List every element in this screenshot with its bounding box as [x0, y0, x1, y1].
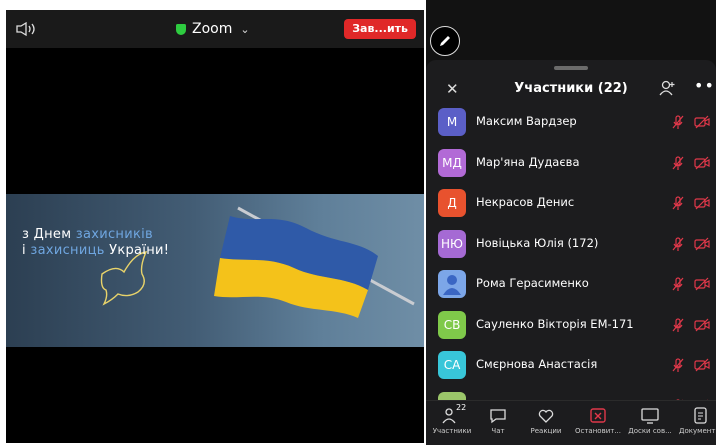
muted-mic-icon	[672, 155, 684, 170]
chat-tab-label: Чат	[491, 427, 505, 435]
avatar: НЮ	[438, 229, 466, 258]
speaker-icon[interactable]	[16, 22, 38, 36]
participant-name: Сауленко Вікторія ЕМ-171	[476, 316, 634, 331]
participants-screen: ✕ Участники (22) ••• M Максим Вардзер МД Ма…	[426, 0, 716, 445]
docs-tab[interactable]: Документы	[674, 401, 716, 445]
pencil-icon	[440, 36, 450, 46]
participants-list: M Максим Вардзер МД Мар'яна Дудаєва Д Некрасо…	[426, 102, 716, 400]
stop-share-tab[interactable]: Остановит...	[572, 401, 624, 445]
whiteboard-icon	[641, 408, 659, 424]
reactions-tab-label: Реакции	[530, 427, 562, 435]
shared-screen-banner: з Днем захисників і захисниць України!	[6, 194, 424, 347]
sheet-header: ✕ Участники (22) •••	[426, 76, 716, 100]
muted-mic-icon	[672, 115, 684, 129]
reactions-tab[interactable]: Реакции	[520, 401, 572, 445]
muted-mic-icon	[672, 196, 684, 210]
avatar: Д	[438, 189, 466, 217]
flag-illustration	[100, 206, 415, 318]
participant-row[interactable]: ТКТетяна Котлярова	[426, 386, 716, 400]
meeting-top-bar: Zoom ⌄ Зав...ить	[6, 10, 424, 48]
add-person-icon[interactable]	[658, 79, 676, 97]
camera-off-icon	[694, 277, 710, 291]
camera-off-icon	[694, 358, 710, 372]
bottom-toolbar: 22 Участники Чат Реакции Остановит... До…	[426, 400, 716, 445]
participants-tab-label: Участники	[432, 427, 472, 435]
participant-row[interactable]: СВ Сауленко Вікторія ЕМ-171	[426, 305, 716, 345]
heart-icon	[538, 409, 554, 423]
participants-tab[interactable]: 22 Участники	[426, 401, 478, 445]
banner-text-line2: і захисниць України!	[22, 243, 170, 258]
avatar: СВ	[438, 310, 466, 339]
more-options-icon[interactable]: •••	[694, 76, 716, 95]
muted-mic-icon	[672, 358, 684, 372]
end-meeting-button[interactable]: Зав...ить	[344, 19, 416, 39]
participant-name: Новіцька Юлія (172)	[476, 235, 599, 250]
participants-sheet: ✕ Участники (22) ••• M Максим Вардзер МД Ма…	[426, 60, 716, 445]
participant-row[interactable]: Д Некрасов Денис	[426, 183, 716, 223]
camera-off-icon	[694, 318, 710, 331]
camera-off-icon	[694, 115, 710, 129]
muted-mic-icon	[672, 317, 684, 332]
avatar: ТК	[438, 391, 466, 400]
participant-row[interactable]: МД Мар'яна Дудаєва	[426, 143, 716, 183]
participant-row[interactable]: СА Смєрнова Анастасія	[426, 345, 716, 385]
sheet-grabber[interactable]	[554, 66, 588, 70]
document-icon	[694, 407, 707, 424]
participant-name: Некрасов Денис	[476, 195, 575, 209]
boards-tab[interactable]: Доски сов...	[624, 401, 676, 445]
annotate-button[interactable]	[430, 26, 460, 56]
meeting-title[interactable]: Zoom ⌄	[176, 21, 250, 37]
participant-name: Рома Герасименко	[476, 276, 589, 290]
participant-row[interactable]: M Максим Вардзер	[426, 102, 716, 142]
avatar: M	[438, 108, 466, 136]
chat-icon	[490, 409, 506, 424]
user-silhouette-icon	[443, 275, 461, 295]
camera-off-icon	[694, 237, 710, 250]
participant-row[interactable]: Рома Герасименко	[426, 264, 716, 304]
participant-row[interactable]: НЮ Новіцька Юлія (172)	[426, 224, 716, 264]
shield-icon	[176, 23, 186, 35]
participant-name: Максим Вардзер	[476, 114, 577, 128]
muted-mic-icon	[672, 277, 684, 291]
docs-tab-label: Документы	[679, 427, 716, 435]
boards-tab-label: Доски сов...	[628, 427, 672, 435]
chevron-down-icon: ⌄	[240, 22, 250, 36]
banner-text-line1: з Днем захисників	[22, 227, 153, 242]
app-title: Zoom	[192, 21, 233, 37]
participant-name: Смєрнова Анастасія	[476, 357, 598, 371]
camera-off-icon	[694, 196, 710, 210]
participant-name: Мар'яна Дудаєва	[476, 154, 580, 169]
avatar: МД	[438, 148, 466, 177]
meeting-view: Zoom ⌄ Зав...ить з Днем захисників і зах…	[6, 10, 424, 443]
stop-share-icon	[590, 408, 606, 423]
muted-mic-icon	[672, 236, 684, 251]
avatar	[438, 270, 466, 298]
participants-count-badge: 22	[456, 403, 467, 412]
stop-share-tab-label: Остановит...	[574, 427, 621, 435]
camera-off-icon	[694, 156, 710, 169]
avatar: СА	[438, 351, 466, 379]
chat-tab[interactable]: Чат	[472, 401, 524, 445]
